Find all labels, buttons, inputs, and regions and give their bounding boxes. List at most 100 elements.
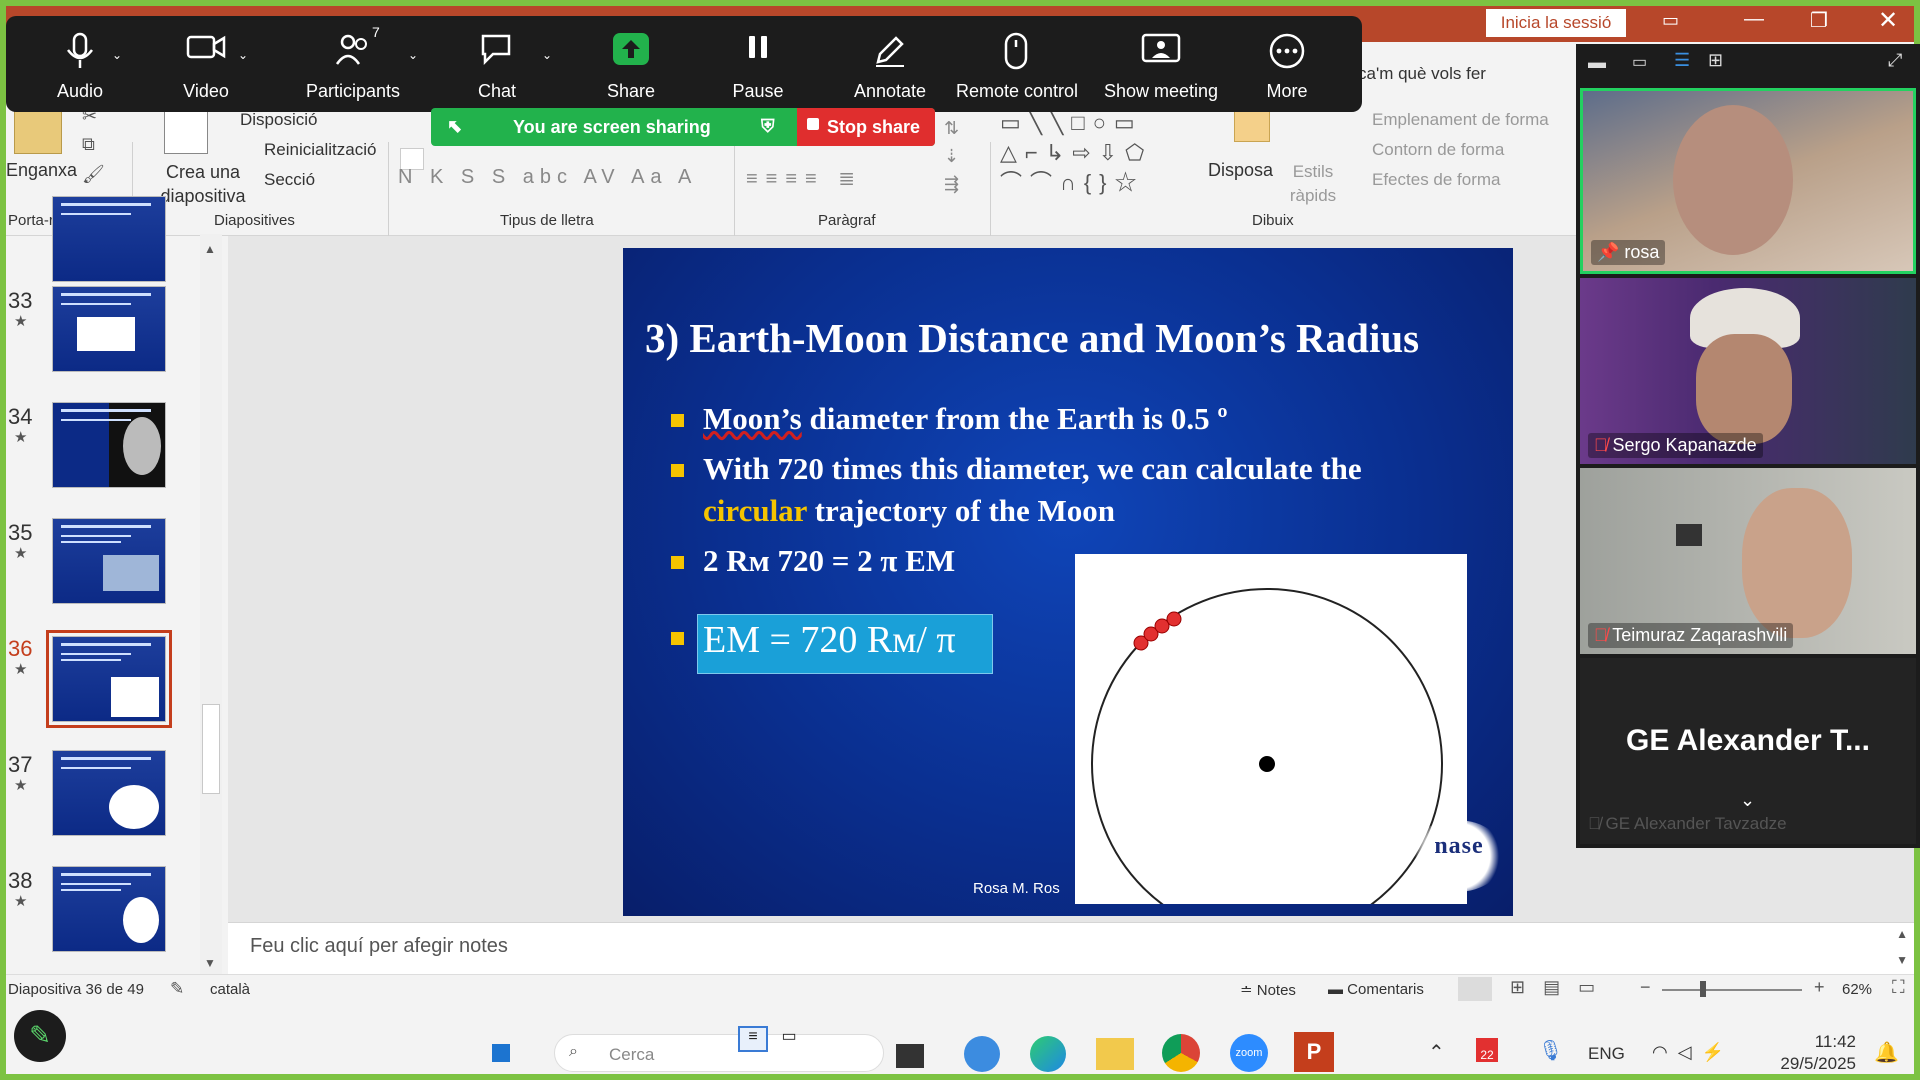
zoom-in-icon[interactable]: + xyxy=(1814,977,1825,998)
video-options-chevron-icon[interactable]: ⌄ xyxy=(238,48,248,62)
show-meeting-button[interactable]: Show meeting xyxy=(1096,22,1226,108)
participant-tile-sergo[interactable]: 🎙̸ Sergo Kapanazde xyxy=(1580,278,1916,464)
participant-tile-alexander[interactable]: GE Alexander T... ⌄ 🎙̸ GE Alexander Tavz… xyxy=(1580,658,1916,844)
spacing-button[interactable]: AV xyxy=(583,166,620,188)
restore-icon[interactable]: ❐ xyxy=(1810,8,1828,33)
quick-styles-button[interactable]: Estils ràpids xyxy=(1288,160,1338,208)
more-button[interactable]: More xyxy=(1242,22,1332,108)
stop-share-button[interactable]: Stop share xyxy=(797,108,935,146)
shape-effects-button[interactable]: Efectes de forma xyxy=(1372,170,1501,190)
annotate-pen-icon[interactable]: ✎ xyxy=(14,1010,66,1062)
section-button[interactable]: Secció xyxy=(264,170,315,190)
italic-button[interactable]: K xyxy=(430,166,449,188)
participant-tile-rosa[interactable]: 📌 rosa xyxy=(1580,88,1916,274)
bullet-3[interactable]: 2 Rм 720 = 2 π EM xyxy=(703,540,955,582)
input-language[interactable]: ENG xyxy=(1588,1044,1625,1064)
spellcheck-icon[interactable]: ✎ xyxy=(170,979,184,999)
file-explorer-icon[interactable] xyxy=(1096,1038,1134,1070)
moon-orbit-diagram[interactable] xyxy=(1075,554,1467,904)
slide-thumbnail[interactable] xyxy=(52,196,166,282)
show-hidden-icons[interactable]: ⌃ xyxy=(1428,1040,1445,1065)
chat-options-chevron-icon[interactable]: ⌄ xyxy=(542,48,552,62)
close-icon[interactable]: ✕ xyxy=(1878,6,1898,35)
search-box[interactable]: ⌕ Cerca xyxy=(554,1034,884,1072)
comments-toggle[interactable]: ▬ Comentaris xyxy=(1328,981,1424,998)
shapes-gallery[interactable]: ▭╲╲□○▭ △⌐↳⇨⇩⬠ ⌒⌒∩{}☆ xyxy=(1000,108,1152,198)
font-color-button[interactable]: A xyxy=(678,166,697,188)
notifications-icon[interactable]: 🔔 xyxy=(1874,1040,1899,1065)
strip-view-icon[interactable]: ☰ xyxy=(1674,50,1690,71)
alignment-buttons[interactable]: ≡≡≡≡ ≣ xyxy=(746,166,863,191)
text-direction-icons[interactable]: ⇅ ⇣ ⇶ xyxy=(944,114,959,198)
format-painter-icon[interactable]: 🖌 xyxy=(82,164,105,185)
powerpoint-icon[interactable]: P xyxy=(1294,1032,1334,1072)
speaker-view-icon[interactable]: ▭ xyxy=(1632,52,1647,72)
notes-pane[interactable]: Feu clic aquí per afegir notes ▲ ▼ xyxy=(228,922,1914,974)
screen-sharing-banner[interactable]: ⬉ You are screen sharing ⛨ Stop share xyxy=(431,108,935,146)
gallery-view-icon[interactable]: ⊞ xyxy=(1708,50,1723,71)
mic-tray-icon[interactable]: 🎙 xyxy=(1538,1038,1563,1063)
shape-fill-button[interactable]: Emplenament de forma xyxy=(1372,110,1549,130)
tell-me-input[interactable]: ca'm què vols fer xyxy=(1358,64,1486,84)
zoom-slider[interactable] xyxy=(1662,989,1802,991)
share-button[interactable]: Share xyxy=(586,22,676,108)
notes-view-icon[interactable]: ≡ xyxy=(738,1026,768,1052)
bullet-2-line-2[interactable]: circular trajectory of the Moon xyxy=(703,490,1115,532)
notes-scroll-up-icon[interactable]: ▲ xyxy=(1896,927,1908,941)
minimize-gallery-icon[interactable]: ▬ xyxy=(1588,52,1606,73)
slide-thumbnail[interactable] xyxy=(52,286,166,372)
chrome-icon[interactable] xyxy=(1162,1034,1200,1072)
zoom-out-icon[interactable]: − xyxy=(1640,977,1651,998)
calendar-badge[interactable]: 22 xyxy=(1476,1038,1498,1062)
font-format-buttons[interactable]: N K S S abc AV Aa A xyxy=(398,166,697,189)
annotate-button[interactable]: Annotate xyxy=(840,22,940,108)
strikethrough-button[interactable]: abc xyxy=(523,166,573,188)
paste-button[interactable]: Enganxa xyxy=(6,160,77,181)
taskview-icon[interactable] xyxy=(896,1044,924,1068)
slide-thumbnail[interactable] xyxy=(52,866,166,952)
scroll-up-icon[interactable]: ▲ xyxy=(204,242,216,256)
audio-options-chevron-icon[interactable]: ⌄ xyxy=(112,48,122,62)
clock-date[interactable]: 29/5/2025 xyxy=(1772,1054,1856,1074)
notes-scroll-down-icon[interactable]: ▼ xyxy=(1896,953,1908,967)
slide-thumbnail[interactable] xyxy=(52,750,166,836)
notes-placeholder[interactable]: Feu clic aquí per afegir notes xyxy=(250,935,508,958)
bullet-2-line-1[interactable]: With 720 times this diameter, we can cal… xyxy=(703,448,1362,490)
shadow-button[interactable]: S xyxy=(492,166,511,188)
edge-icon[interactable] xyxy=(1030,1036,1066,1072)
scroll-down-icon[interactable]: ▼ xyxy=(204,956,216,970)
participant-tile-teimuraz[interactable]: 🎙̸ Teimuraz Zaqarashvili xyxy=(1580,468,1916,654)
participants-button[interactable]: 7 Participants xyxy=(288,22,418,108)
normal-view-icon[interactable] xyxy=(1458,977,1492,1001)
zoom-level[interactable]: 62% xyxy=(1842,981,1872,998)
slide-thumbnail[interactable] xyxy=(52,402,166,488)
ribbon-display-icon[interactable]: ▭ xyxy=(1662,10,1679,31)
chat-button[interactable]: Chat xyxy=(452,22,542,108)
minimize-icon[interactable]: — xyxy=(1744,8,1764,31)
slide-thumbnail-selected[interactable] xyxy=(46,630,172,728)
language-indicator[interactable]: català xyxy=(210,981,250,998)
audio-button[interactable]: Audio xyxy=(32,22,128,108)
bullet-1[interactable]: Moon’s diameter from the Earth is 0.5 º xyxy=(703,398,1228,440)
clock-time[interactable]: 11:42 xyxy=(1780,1032,1856,1052)
app-icon[interactable] xyxy=(964,1036,1000,1072)
notes-toggle[interactable]: ≐ Notes xyxy=(1240,981,1296,999)
start-icon[interactable] xyxy=(492,1044,510,1062)
reset-button[interactable]: Reinicialització xyxy=(264,140,376,160)
drag-handle-icon[interactable]: ⬉ xyxy=(447,116,462,137)
participants-options-chevron-icon[interactable]: ⌄ xyxy=(408,48,418,62)
copy-icon[interactable]: ⧉ xyxy=(82,134,95,155)
signin-button[interactable]: Inicia la sessió xyxy=(1486,9,1626,37)
arrange-button[interactable]: Disposa xyxy=(1208,160,1273,181)
slide-thumbnail[interactable] xyxy=(52,518,166,604)
case-button[interactable]: Aa xyxy=(631,166,667,188)
shape-outline-button[interactable]: Contorn de forma xyxy=(1372,140,1504,160)
thumbnail-scrollbar[interactable]: ▲ ▼ xyxy=(200,234,222,979)
fit-window-icon[interactable]: ⛶ xyxy=(1892,977,1905,998)
pause-button[interactable]: Pause xyxy=(718,22,798,108)
slide-canvas[interactable]: 3) Earth-Moon Distance and Moon’s Radius… xyxy=(623,248,1513,916)
system-tray-icons[interactable]: ◠◁⚡ xyxy=(1652,1042,1734,1063)
view-buttons[interactable]: ⊞▤▭ xyxy=(1510,977,1613,998)
chevron-down-icon[interactable]: ⌄ xyxy=(1740,790,1755,811)
expand-icon[interactable]: ⤢ xyxy=(1888,50,1902,71)
